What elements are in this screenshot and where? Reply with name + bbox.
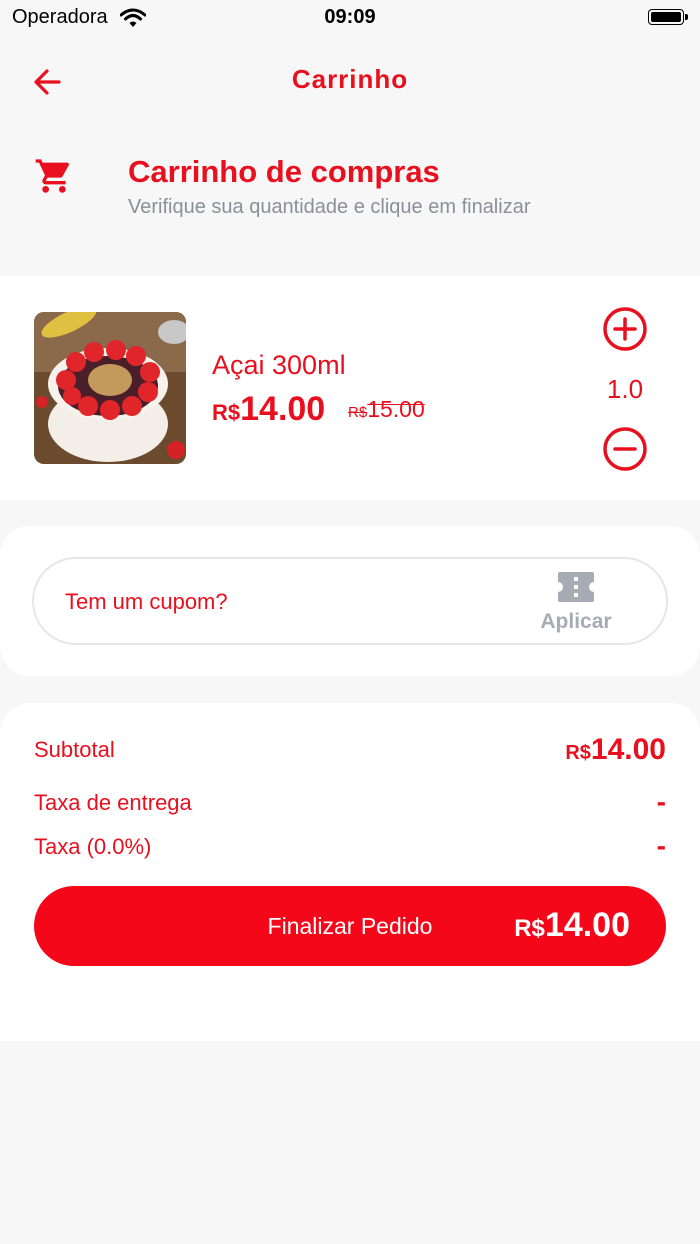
old-price-value: 15.00 bbox=[367, 396, 425, 422]
product-name: Açai 300ml bbox=[212, 350, 346, 380]
currency-symbol: R$ bbox=[514, 915, 545, 942]
tax-value: - bbox=[656, 830, 666, 861]
plus-circle-icon bbox=[603, 307, 647, 351]
subtotal-label: Subtotal bbox=[34, 737, 115, 762]
delivery-fee-value: - bbox=[656, 786, 666, 817]
page-title: Carrinho bbox=[291, 64, 409, 94]
checkout-button[interactable]: Finalizar Pedido R$14.00 bbox=[34, 886, 666, 966]
currency-symbol: R$ bbox=[565, 742, 591, 764]
coupon-prompt: Tem um cupom? bbox=[65, 589, 228, 614]
product-price: R$14.00 bbox=[212, 390, 325, 429]
currency-symbol: R$ bbox=[212, 400, 241, 425]
product-old-price: R$15.00 bbox=[348, 396, 425, 423]
shopping-cart-icon bbox=[34, 156, 74, 201]
currency-symbol: R$ bbox=[348, 404, 368, 421]
checkout-total: R$14.00 bbox=[514, 906, 630, 945]
apply-coupon-label: Aplicar bbox=[540, 610, 612, 633]
decrease-quantity-button[interactable] bbox=[602, 426, 648, 472]
section-subtitle: Verifique sua quantidade e clique em fin… bbox=[128, 196, 531, 218]
minus-circle-icon bbox=[603, 427, 647, 471]
subtotal-value: R$14.00 bbox=[565, 733, 666, 767]
ticket-icon bbox=[556, 570, 596, 609]
tax-label: Taxa (0.0%) bbox=[34, 834, 152, 859]
increase-quantity-button[interactable] bbox=[602, 306, 648, 352]
quantity-value: 1.0 bbox=[606, 374, 644, 404]
checkout-total-amount: 14.00 bbox=[544, 906, 630, 944]
battery-icon bbox=[648, 9, 688, 25]
price-value: 14.00 bbox=[240, 390, 326, 428]
product-image bbox=[34, 312, 186, 464]
section-title: Carrinho de compras bbox=[128, 154, 440, 189]
subtotal-amount: 14.00 bbox=[590, 733, 666, 766]
delivery-fee-label: Taxa de entrega bbox=[34, 790, 192, 815]
status-time: 09:09 bbox=[324, 6, 376, 28]
apply-coupon-button[interactable]: Aplicar bbox=[530, 568, 622, 638]
